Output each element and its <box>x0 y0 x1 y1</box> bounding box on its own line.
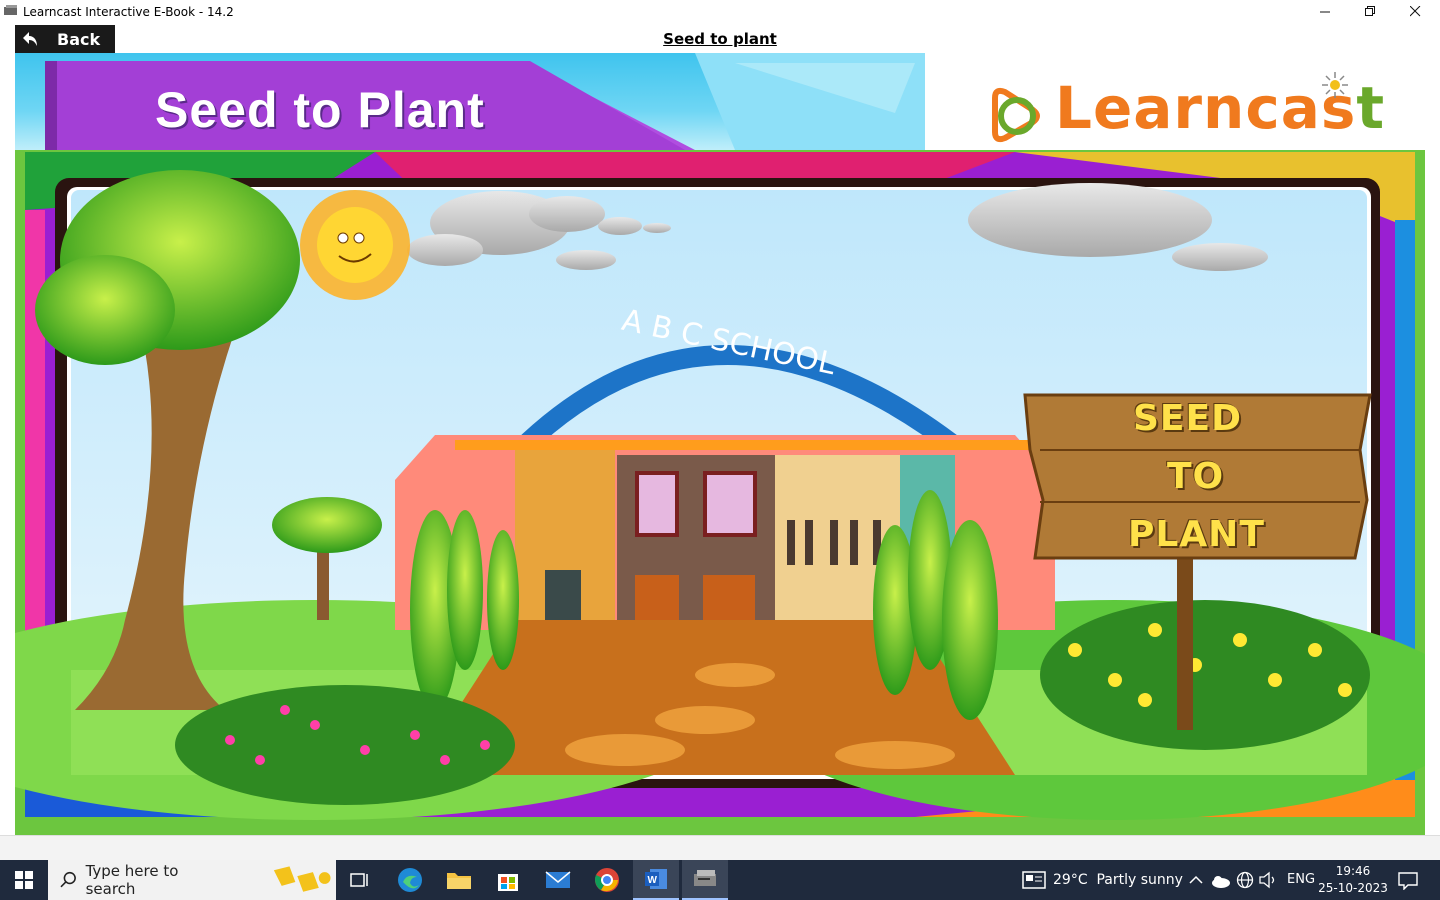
restore-icon <box>1364 5 1375 16</box>
minimize-button[interactable] <box>1302 0 1348 22</box>
chrome-icon <box>595 868 619 892</box>
search-icon <box>60 871 76 888</box>
taskbar: Type here to search W 29°C Partly sunny … <box>0 860 1440 900</box>
banner-title: Seed to Plant <box>155 82 485 138</box>
store-button[interactable] <box>485 860 531 900</box>
notification-icon[interactable] <box>1398 872 1418 890</box>
system-clock[interactable]: 19:46 25-10-2023 <box>1318 863 1388 897</box>
sign-line-3: PLANT <box>1128 514 1265 555</box>
learncast-app-icon <box>694 870 716 886</box>
chrome-button[interactable] <box>584 860 630 900</box>
restore-button[interactable] <box>1347 0 1393 22</box>
start-button[interactable] <box>0 860 48 900</box>
windows-icon <box>15 871 33 889</box>
cover-illustration: A B C SCHOOL SEED TO PLANT <box>15 150 1425 835</box>
title-bar: Learncast Interactive E-Book - 14.2 <box>0 0 1440 24</box>
close-icon <box>1409 5 1420 16</box>
mail-icon <box>545 871 571 888</box>
taskbar-search[interactable]: Type here to search <box>48 860 336 900</box>
close-button[interactable] <box>1392 0 1438 22</box>
task-view-icon <box>350 873 368 887</box>
svg-text:W: W <box>648 875 658 886</box>
search-placeholder: Type here to search <box>85 862 179 898</box>
folder-icon <box>447 873 471 889</box>
globe-icon[interactable] <box>1236 871 1254 889</box>
file-explorer-button[interactable] <box>436 860 482 900</box>
sign-line-1: SEED <box>1133 398 1242 439</box>
weather-text[interactable]: 29°C Partly sunny <box>1053 872 1183 888</box>
onedrive-icon[interactable] <box>1211 874 1231 888</box>
page-heading: Seed to plant <box>663 30 777 48</box>
mail-button[interactable] <box>535 860 581 900</box>
window-title: Learncast Interactive E-Book - 14.2 <box>23 5 234 19</box>
word-button[interactable]: W <box>633 860 679 900</box>
sign-line-2: TO <box>1167 456 1225 497</box>
store-icon <box>498 874 518 891</box>
edge-button[interactable] <box>387 860 433 900</box>
volume-icon[interactable] <box>1259 871 1279 889</box>
lesson-banner: Seed to Plant <box>15 53 925 150</box>
search-highlight-icon <box>273 866 331 892</box>
clock-time: 19:46 <box>1335 864 1371 878</box>
status-strip <box>0 835 1440 861</box>
chevron-up-icon[interactable] <box>1189 875 1203 885</box>
play-logo-icon <box>992 87 1040 143</box>
sun-illustration <box>300 190 410 300</box>
minimize-icon <box>1319 11 1330 12</box>
word-icon: W <box>645 869 667 889</box>
app-icon <box>4 5 17 15</box>
edge-icon <box>398 868 422 892</box>
learncast-logo: Learncast <box>985 70 1385 150</box>
task-view-button[interactable] <box>337 860 383 900</box>
learncast-app-button[interactable] <box>682 860 728 900</box>
language-indicator[interactable]: ENG <box>1287 872 1315 887</box>
weather-icon <box>1022 871 1046 889</box>
clock-date: 25-10-2023 <box>1318 881 1388 895</box>
sparkle-icon <box>1322 72 1348 98</box>
